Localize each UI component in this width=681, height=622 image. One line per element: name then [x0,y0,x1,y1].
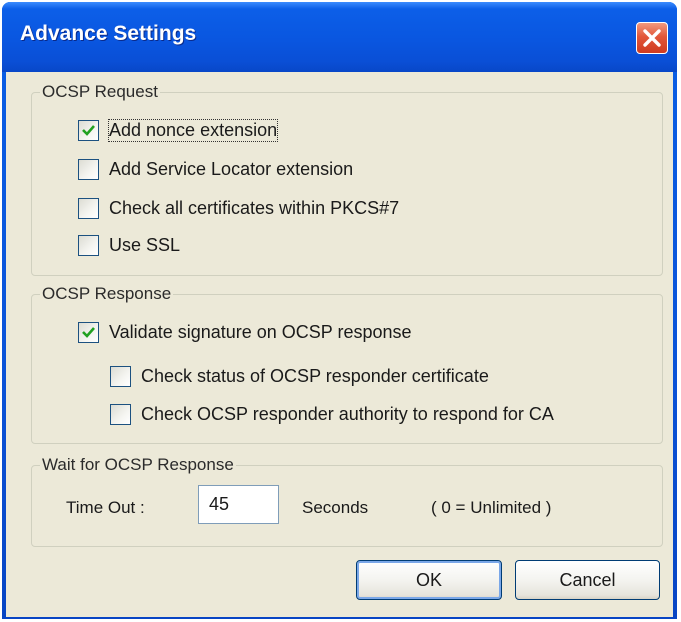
ok-button[interactable]: OK [356,560,502,600]
add-nonce-label: Add nonce extension [107,119,279,142]
check-authority-checkbox-row[interactable]: Check OCSP responder authority to respon… [110,404,554,425]
check-pkcs7-label: Check all certificates within PKCS#7 [109,198,400,218]
checkmark-icon [82,125,95,136]
use-ssl-label: Use SSL [109,235,181,255]
add-service-locator-label: Add Service Locator extension [109,159,354,179]
use-ssl-checkbox-row[interactable]: Use SSL [78,235,180,256]
validate-signature-checkbox-row[interactable]: Validate signature on OCSP response [78,322,412,343]
seconds-label: Seconds [302,498,369,517]
dialog-window: Advance Settings OCSP Request Add nonce … [2,2,677,619]
timeout-label: Time Out : [66,498,145,517]
check-pkcs7-checkbox[interactable] [78,198,99,219]
ocsp-request-legend: OCSP Request [42,82,158,101]
use-ssl-checkbox[interactable] [78,235,99,256]
check-status-checkbox-row[interactable]: Check status of OCSP responder certifica… [110,366,489,387]
validate-signature-label: Validate signature on OCSP response [109,322,412,342]
timeout-input[interactable]: 45 [198,485,279,524]
add-service-locator-checkbox[interactable] [78,159,99,180]
check-status-checkbox[interactable] [110,366,131,387]
unlimited-note: ( 0 = Unlimited ) [431,498,552,517]
check-pkcs7-checkbox-row[interactable]: Check all certificates within PKCS#7 [78,198,399,219]
title-bar[interactable]: Advance Settings [2,2,677,72]
validate-signature-checkbox[interactable] [78,322,99,343]
close-icon [643,29,661,47]
cancel-button[interactable]: Cancel [515,560,660,600]
check-authority-checkbox[interactable] [110,404,131,425]
close-button[interactable] [636,22,668,54]
add-service-locator-checkbox-row[interactable]: Add Service Locator extension [78,159,353,180]
ocsp-response-legend: OCSP Response [42,284,172,303]
check-authority-label: Check OCSP responder authority to respon… [141,404,554,424]
check-status-label: Check status of OCSP responder certifica… [141,366,489,386]
wait-legend: Wait for OCSP Response [42,455,234,474]
dialog-body: OCSP Request Add nonce extension Add Ser… [6,72,673,617]
add-nonce-checkbox-row[interactable]: Add nonce extension [78,119,279,142]
add-nonce-checkbox[interactable] [78,120,99,141]
checkmark-icon [82,327,95,338]
dialog-title: Advance Settings [20,22,197,45]
